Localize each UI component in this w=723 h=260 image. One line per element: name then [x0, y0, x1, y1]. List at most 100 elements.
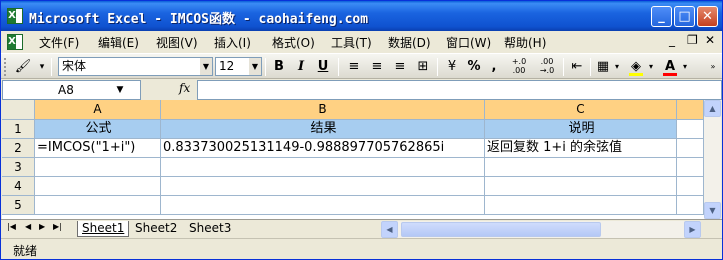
cell-a5[interactable] [35, 196, 161, 215]
menu-edit[interactable]: 编辑(E) [98, 34, 139, 51]
scroll-right-icon[interactable]: ▶ [684, 221, 701, 238]
status-text: 就绪 [13, 244, 38, 258]
align-right-icon[interactable]: ≡ [390, 57, 410, 77]
cell-d3[interactable] [677, 158, 704, 177]
status-bar: 就绪 [1, 238, 722, 259]
toolbar-overflow-icon[interactable]: » [707, 57, 719, 77]
font-name-value: 宋体 [62, 59, 87, 73]
italic-button[interactable]: I [292, 57, 310, 77]
merge-center-icon[interactable]: ⊞ [413, 57, 433, 77]
title-bar[interactable]: X Microsoft Excel - IMCOS函数 - caohaifeng… [1, 1, 722, 31]
scroll-down-icon[interactable]: ▼ [704, 202, 721, 219]
row-header-1[interactable]: 1 [2, 120, 35, 139]
borders-icon[interactable]: ▦ [595, 57, 611, 77]
cell-a1[interactable]: 公式 [35, 120, 161, 139]
cell-a3[interactable] [35, 158, 161, 177]
row-header-2[interactable]: 2 [2, 139, 35, 158]
cell-a2[interactable]: =IMCOS("1+i") [35, 139, 161, 158]
font-color-icon[interactable]: A [661, 57, 679, 77]
cell-b5[interactable] [161, 196, 485, 215]
column-header-c[interactable]: C [485, 100, 677, 120]
chevron-down-icon[interactable]: ▼ [113, 81, 127, 99]
sheet-tab-2[interactable]: Sheet2 [131, 221, 181, 237]
cell-c4[interactable] [485, 177, 677, 196]
font-color-dropdown-icon[interactable]: ▾ [680, 57, 690, 77]
vertical-scrollbar[interactable]: ▲ ▼ [704, 100, 721, 219]
chevron-down-icon[interactable]: ▼ [200, 58, 212, 75]
excel-app-icon[interactable]: X [7, 8, 23, 24]
horizontal-scroll-thumb[interactable] [401, 222, 601, 237]
row-header-3[interactable]: 3 [2, 158, 35, 177]
workbook-close-button[interactable]: ✕ [705, 33, 715, 47]
column-header-b[interactable]: B [161, 100, 485, 120]
underline-button[interactable]: U [314, 57, 332, 77]
cell-b2[interactable]: 0.833730025131149-0.988897705762865i [161, 139, 485, 158]
menu-help[interactable]: 帮助(H) [504, 34, 546, 51]
scroll-up-icon[interactable]: ▲ [704, 100, 721, 117]
font-name-select[interactable]: 宋体 ▼ [58, 57, 213, 76]
formula-input[interactable] [197, 80, 722, 100]
align-center-icon[interactable]: ≡ [367, 57, 387, 77]
cell-c5[interactable] [485, 196, 677, 215]
workbook-minimize-button[interactable]: _ [669, 33, 675, 47]
cell-d4[interactable] [677, 177, 704, 196]
window-title: Microsoft Excel - IMCOS函数 - caohaifeng.c… [29, 12, 369, 27]
percent-style-button[interactable]: % [465, 57, 483, 77]
borders-dropdown-icon[interactable]: ▾ [612, 57, 622, 77]
font-size-select[interactable]: 12 ▼ [215, 57, 262, 76]
menu-insert[interactable]: 插入(I) [214, 34, 251, 51]
decrease-indent-icon[interactable]: ⇤ [567, 57, 587, 77]
horizontal-scrollbar[interactable]: ◀ ▶ [381, 221, 701, 238]
next-sheet-icon[interactable]: ▶ [39, 222, 45, 231]
toolbar-grip[interactable] [4, 58, 7, 76]
column-header-a[interactable]: A [35, 100, 161, 120]
increase-decimal-button[interactable]: +.0 .00 [506, 57, 532, 77]
row-header-4[interactable]: 4 [2, 177, 35, 196]
column-header-d[interactable] [677, 100, 704, 120]
name-box[interactable]: A8 ▼ [2, 80, 141, 100]
sheet-tab-bar: |◀ ◀ ▶ ▶| Sheet1 Sheet2 Sheet3 ◀ ▶ [1, 219, 722, 238]
insert-function-icon[interactable]: fx [179, 81, 190, 95]
cell-c1[interactable]: 说明 [485, 120, 677, 139]
menu-window[interactable]: 窗口(W) [446, 34, 491, 51]
last-sheet-icon[interactable]: ▶| [53, 222, 62, 231]
spreadsheet-grid: A B C 1 2 3 4 5 公式 结果 说明 =IMCOS("1+i") 0… [2, 100, 704, 219]
cell-c2[interactable]: 返回复数 1+i 的余弦值 [485, 139, 677, 158]
workbook-icon[interactable]: X [7, 34, 23, 50]
bold-button[interactable]: B [270, 57, 288, 77]
cell-d5[interactable] [677, 196, 704, 215]
fill-color-dropdown-icon[interactable]: ▾ [646, 57, 656, 77]
row-header-5[interactable]: 5 [2, 196, 35, 215]
minimize-button[interactable]: _ [651, 6, 672, 27]
first-sheet-icon[interactable]: |◀ [7, 222, 16, 231]
format-painter-icon[interactable]: 🖌 [13, 57, 33, 77]
menu-tools[interactable]: 工具(T) [331, 34, 372, 51]
currency-style-icon[interactable]: ¥ [442, 57, 462, 77]
fill-color-icon[interactable]: ◈ [627, 57, 645, 77]
sheet-tab-1[interactable]: Sheet1 [77, 221, 130, 237]
comma-style-button[interactable]: , [487, 57, 501, 77]
cell-d1[interactable] [677, 120, 704, 139]
chevron-down-icon[interactable]: ▼ [249, 58, 261, 75]
close-button[interactable]: ✕ [697, 6, 718, 27]
sheet-tab-3[interactable]: Sheet3 [185, 221, 235, 237]
select-all-corner[interactable] [2, 100, 35, 120]
menu-view[interactable]: 视图(V) [156, 34, 198, 51]
menu-data[interactable]: 数据(D) [388, 34, 431, 51]
decrease-decimal-button[interactable]: .00 →.0 [534, 57, 560, 77]
excel-window: X Microsoft Excel - IMCOS函数 - caohaifeng… [0, 0, 723, 260]
align-left-icon[interactable]: ≡ [344, 57, 364, 77]
cell-a4[interactable] [35, 177, 161, 196]
workbook-restore-button[interactable]: ❐ [687, 33, 698, 47]
prev-sheet-icon[interactable]: ◀ [25, 222, 31, 231]
cell-d2[interactable] [677, 139, 704, 158]
cell-b1[interactable]: 结果 [161, 120, 485, 139]
toolbar-options-icon[interactable]: ▾ [37, 57, 47, 77]
menu-file[interactable]: 文件(F) [39, 34, 79, 51]
cell-b3[interactable] [161, 158, 485, 177]
cell-b4[interactable] [161, 177, 485, 196]
scroll-left-icon[interactable]: ◀ [381, 221, 398, 238]
menu-format[interactable]: 格式(O) [272, 34, 315, 51]
cell-c3[interactable] [485, 158, 677, 177]
maximize-button[interactable]: □ [674, 6, 695, 27]
